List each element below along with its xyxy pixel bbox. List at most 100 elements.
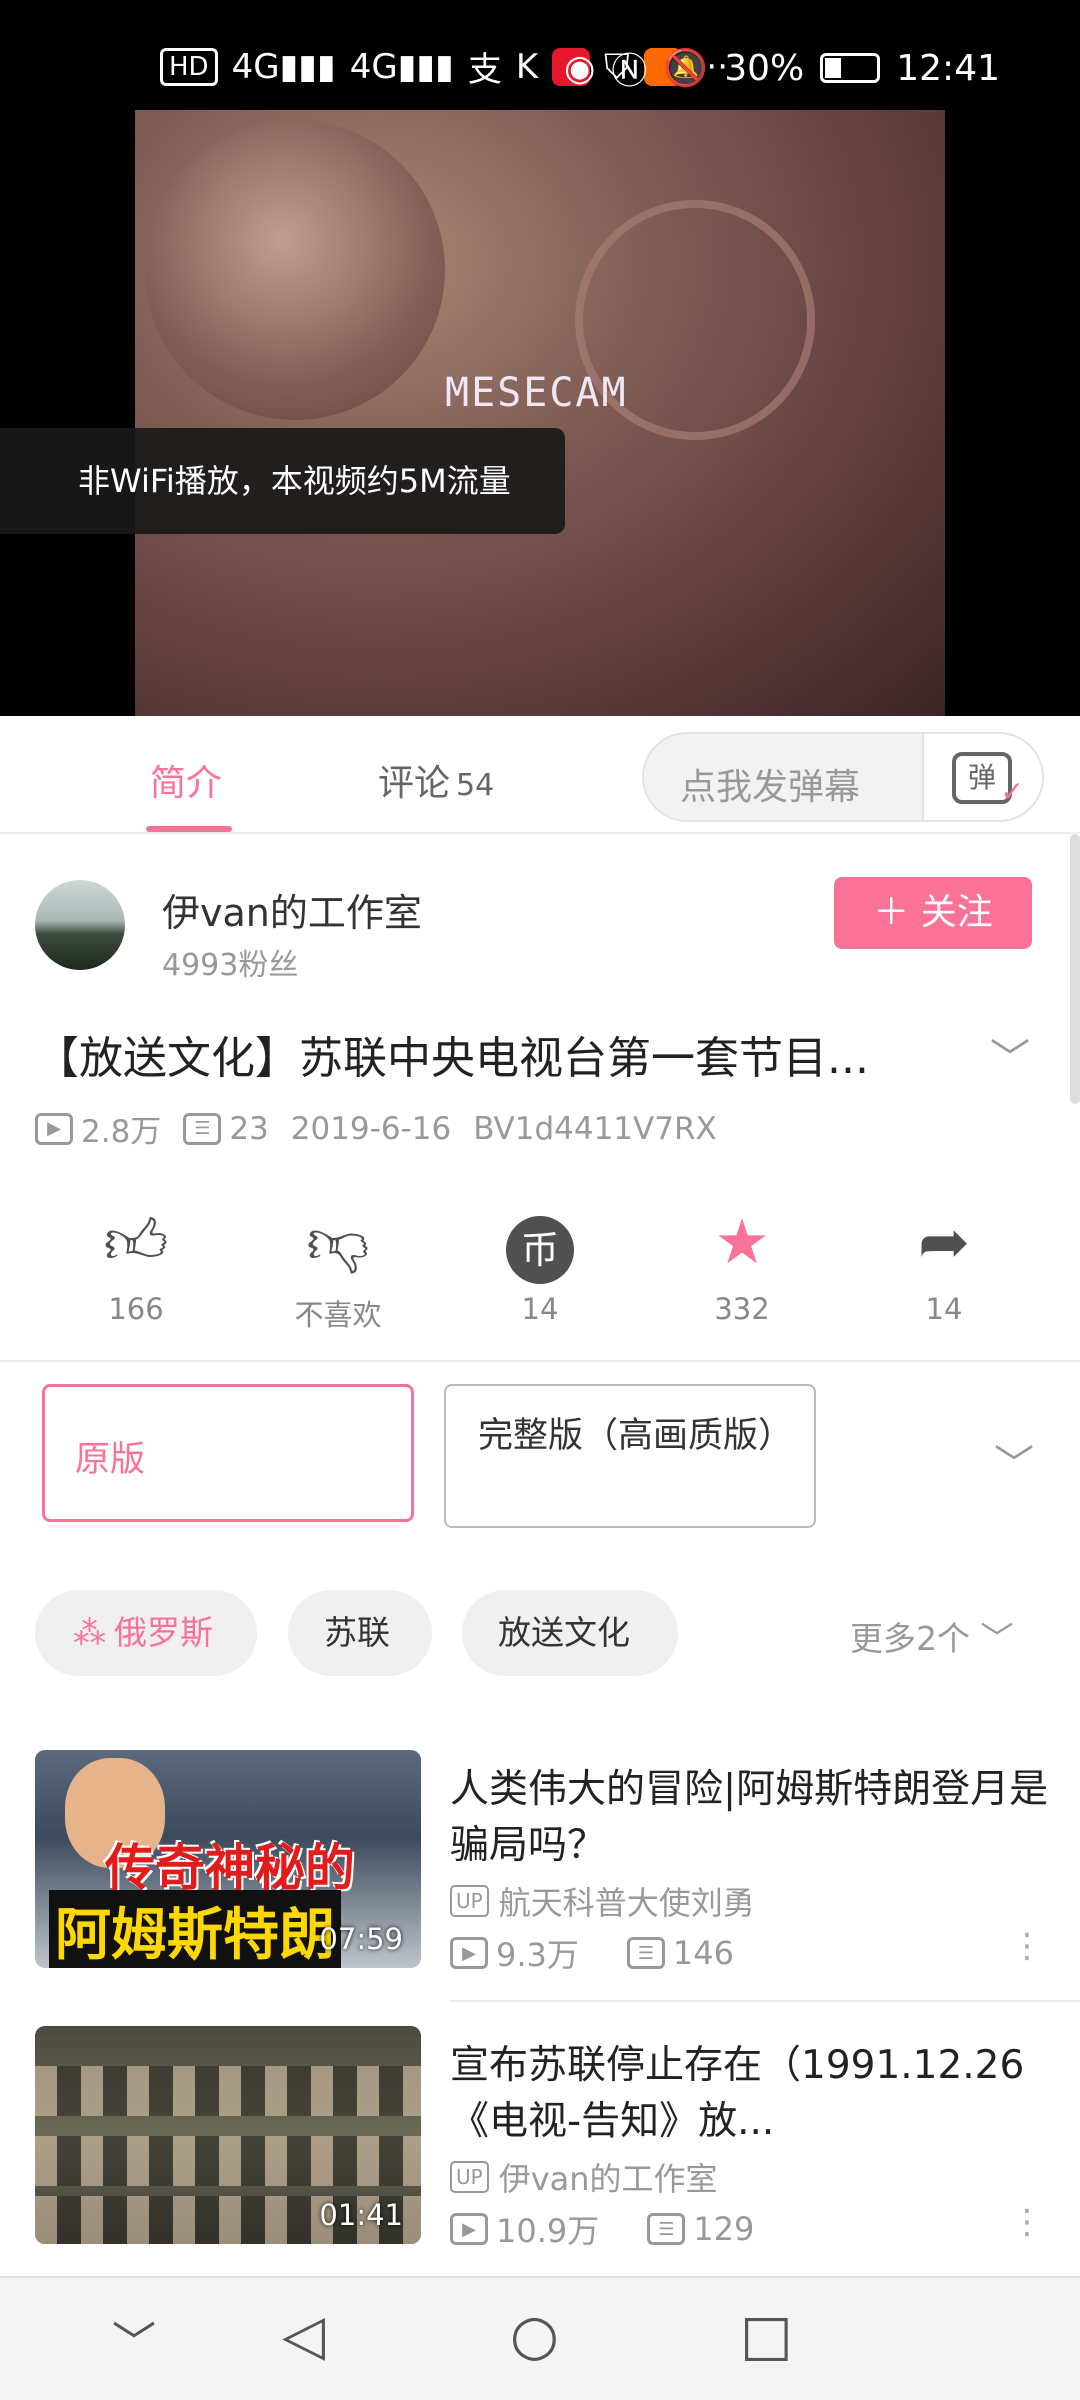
danmaku-icon: 弹 [952,752,1024,814]
nfc-icon: Ⓝ [611,51,648,92]
up-badge-icon: UP [450,2161,489,2193]
more-options-icon[interactable]: ⋮ [1010,1926,1044,1966]
battery-percent: 30% [724,47,805,89]
uploader-name[interactable]: 伊van的工作室 [162,882,422,937]
more-options-icon[interactable]: ⋮ [1010,2202,1044,2242]
system-nav-bar: ﹀ ◁ ○ □ [0,2276,1080,2400]
action-row: 👍︎ 166 👎︎ 不喜欢 币 14 ★ 332 ➦ 14 [0,1204,1080,1344]
follow-button[interactable]: ＋ 关注 [834,877,1032,949]
bvid: BV1d4411V7RX [473,1110,717,1147]
video-overlay-text: MESECAM [445,370,628,416]
k-app-icon: K [515,46,539,87]
nav-home-icon[interactable]: ○ [510,2306,559,2366]
dislike-label: 不喜欢 [294,1298,382,1332]
version-hd-option[interactable]: 完整版（高画质版） [444,1384,816,1528]
view-count: ▶ 9.3万 [450,1930,579,1976]
active-tab-underline [146,826,232,832]
recommendation-title[interactable]: 人类伟大的冒险|阿姆斯特朗登月是骗局吗？ [450,1762,1050,1874]
hd-indicator: HD [160,47,218,86]
video-frame[interactable]: MESECAM [135,110,945,716]
play-count-icon: ▶ [450,1937,488,1969]
tag-russia[interactable]: ⁂ 俄罗斯 [35,1590,257,1676]
status-bar: HD 4G▮▮▮ 4G▮▮▮ 支 K ⛉ ··· ◉ Ⓝ 🔕 30% 12:41 [0,0,1080,110]
favorite-button[interactable]: ★ 332 [642,1204,842,1326]
coin-button[interactable]: 币 14 [440,1204,640,1326]
coin-count: 14 [521,1292,559,1326]
clock: 12:41 [896,47,1000,89]
recommendation-thumbnail[interactable]: 01:41 [35,2026,421,2244]
versions-expand-chevron-icon[interactable]: ﹀ [994,1432,1034,1490]
nav-back-icon[interactable]: ◁ [282,2306,325,2366]
alipay-icon: 支 [467,50,502,90]
danmaku-input-box[interactable]: 点我发弹幕 弹 [642,732,1044,822]
tags-more-button[interactable]: 更多2个 ﹀ [850,1612,1014,1660]
share-button[interactable]: ➦ 14 [844,1204,1044,1326]
nav-recent-apps-icon[interactable]: □ [740,2306,793,2366]
tab-comments-count: 54 [456,768,495,803]
uploader-avatar[interactable] [35,880,125,970]
coin-icon: 币 [440,1204,640,1284]
video-portrait-image [145,120,445,420]
video-meta-row: ▶ 2.8万 ☰ 23 2019-6-16 BV1d4411V7RX [35,1106,717,1151]
view-count: ▶ 10.9万 [450,2206,599,2252]
thumbnail-audience-image [35,2066,421,2116]
recommendation-uploader: UP 航天科普大使刘勇 [450,1878,755,1924]
favorite-count: 332 [714,1292,770,1326]
battery-fill [825,58,841,78]
recommendation-stats: ▶ 10.9万 ☰ 129 [450,2206,754,2252]
thumbs-up-icon: 👍︎ [103,1205,169,1278]
recommendation-thumbnail[interactable]: 传奇神秘的 阿姆斯特朗 07:59 [35,1750,421,1968]
recommendation-title[interactable]: 宣布苏联停止存在（1991.12.26《电视-告知》放... [450,2038,1050,2150]
recommendation-item[interactable]: 传奇神秘的 阿姆斯特朗 07:59 人类伟大的冒险|阿姆斯特朗登月是骗局吗？ U… [0,1750,1080,2024]
danmaku-count-icon: ☰ [626,1937,665,1969]
share-icon: ➦ [918,1205,970,1278]
data-usage-toast: 非WiFi播放，本视频约5M流量 [0,428,565,534]
danmaku-count-icon: ☰ [647,2213,686,2245]
dislike-button[interactable]: 👎︎ 不喜欢 [238,1204,438,1334]
danmaku-count: ☰ 146 [626,1930,734,1976]
danmaku-count-icon: ☰ [183,1112,222,1145]
video-player[interactable]: MESECAM 非WiFi播放，本视频约5M流量 [0,110,1080,716]
mute-bell-icon: 🔕 [663,48,709,89]
recommendation-item[interactable]: 01:41 宣布苏联停止存在（1991.12.26《电视-告知》放... UP 伊… [0,2026,1080,2300]
video-duration: 01:41 [319,2198,403,2232]
play-count-icon: ▶ [450,2213,488,2245]
tag-soviet[interactable]: 苏联 [288,1590,432,1676]
recommendation-stats: ▶ 9.3万 ☰ 146 [450,1930,734,1976]
thumbnail-caption-2: 阿姆斯特朗 [49,1890,341,1968]
danmaku-count: ☰ 129 [647,2206,754,2252]
detail-tab-bar: 简介 评论 54 点我发弹幕 弹 [0,716,1080,834]
publish-date: 2019-6-16 [290,1110,452,1147]
tab-comments-label: 评论 [378,763,451,804]
play-count-icon: ▶ [35,1112,73,1145]
danmaku-count: ☰ 23 [183,1111,269,1147]
nav-collapse-chevron-icon[interactable]: ﹀ [112,2314,156,2374]
chevron-down-icon: ﹀ [980,1619,1014,1658]
scrollbar[interactable] [1070,834,1080,1104]
eye-icon: ◉ [563,47,596,89]
version-original-option[interactable]: 原版 [42,1384,414,1522]
danmaku-toggle-button[interactable]: 弹 [922,734,1042,820]
thumbs-down-icon: 👎︎ [306,1205,370,1278]
divider [0,1360,1080,1362]
view-count: ▶ 2.8万 [35,1106,161,1151]
video-title[interactable]: 【放送文化】苏联中央电视台第一套节目... [35,1022,955,1086]
share-count: 14 [925,1292,963,1326]
like-count: 166 [108,1292,164,1326]
title-expand-chevron-icon[interactable]: ﹀ [990,1026,1030,1084]
tab-comments[interactable]: 评论 54 [378,754,494,806]
tab-intro[interactable]: 简介 [150,754,222,806]
divider [450,2000,1080,2002]
channel-icon: ⁂ [73,1613,106,1652]
tag-hoso-bunka[interactable]: 放送文化 [462,1590,678,1676]
uploader-fans: 4993粉丝 [162,948,299,983]
like-button[interactable]: 👍︎ 166 [36,1204,236,1326]
signal-icon-1: 4G▮▮▮ [231,46,336,87]
battery-icon [820,53,881,83]
signal-icon-2: 4G▮▮▮ [349,46,454,87]
status-right-indicators: ◉ Ⓝ 🔕 30% 12:41 [564,42,1000,94]
up-badge-icon: UP [450,1885,489,1917]
danmaku-input[interactable]: 点我发弹幕 [680,758,860,810]
star-icon: ★ [714,1205,770,1278]
video-duration: 07:59 [319,1922,403,1956]
